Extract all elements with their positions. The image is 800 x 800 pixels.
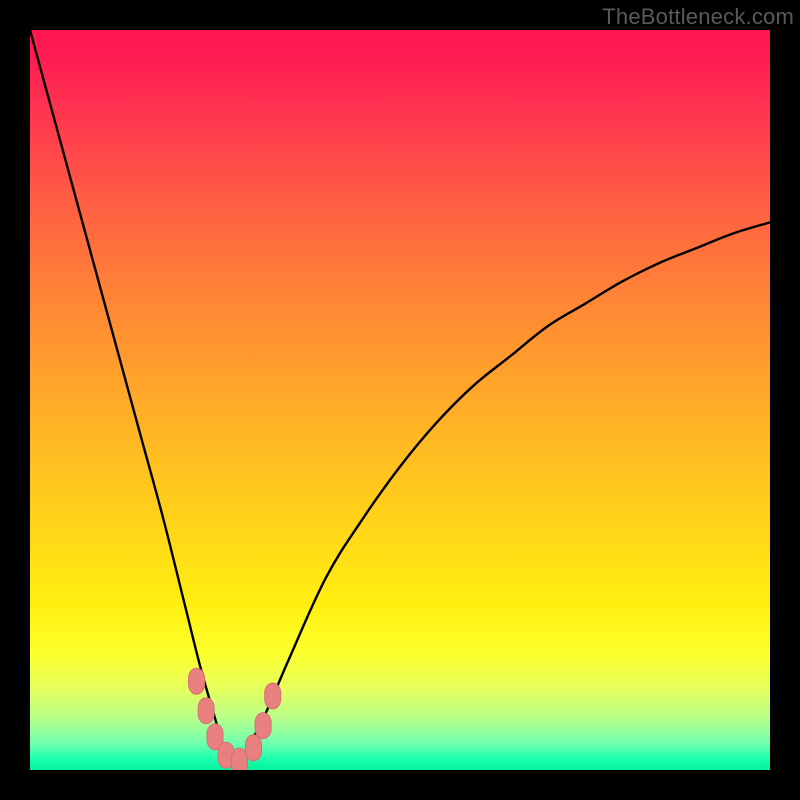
plot-area xyxy=(30,30,770,770)
curve-marker xyxy=(189,668,205,694)
curve-marker xyxy=(265,683,281,709)
curve-marker xyxy=(245,735,261,761)
curve-marker xyxy=(255,713,271,739)
bottleneck-curve xyxy=(30,30,770,764)
curve-marker xyxy=(198,698,214,724)
curve-svg xyxy=(30,30,770,770)
curve-markers xyxy=(189,668,281,770)
chart-frame: TheBottleneck.com xyxy=(0,0,800,800)
watermark-text: TheBottleneck.com xyxy=(602,4,794,30)
